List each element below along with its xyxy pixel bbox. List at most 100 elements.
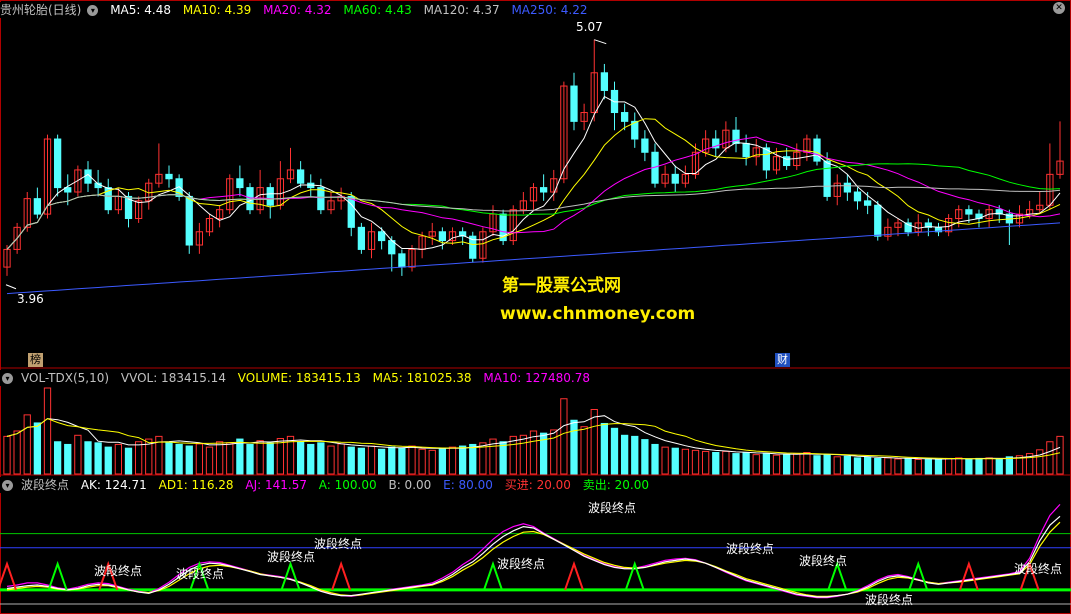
volume-bar-down xyxy=(641,439,649,475)
volume-bar-down xyxy=(600,422,609,475)
volume-bar-up xyxy=(215,441,224,475)
volume-bar-down xyxy=(934,458,943,475)
volume-bar-down xyxy=(357,447,366,475)
volume-bar-down xyxy=(317,442,325,475)
volume-bar-down xyxy=(1005,456,1014,475)
chevron-down-icon[interactable]: ▾ xyxy=(2,480,13,491)
buy-signal-triangle xyxy=(958,560,979,591)
volume-bar-down xyxy=(458,445,467,475)
volume-bar-up xyxy=(337,443,345,475)
sell-value: 卖出: 20.00 xyxy=(582,478,649,492)
volume-bar-up xyxy=(43,387,52,475)
volume-bar-down xyxy=(823,454,831,475)
candle-down xyxy=(813,138,821,162)
candle-down xyxy=(641,138,649,153)
volume-bar-down xyxy=(175,443,183,475)
cai-tag[interactable]: 财 xyxy=(775,353,790,367)
volume-bar-up xyxy=(833,456,841,475)
volume-bar-up xyxy=(3,435,11,475)
chevron-down-icon[interactable]: ▾ xyxy=(87,5,99,16)
volume-bar-up xyxy=(590,409,598,475)
volume-bar-up xyxy=(519,434,528,475)
volume-bar-up xyxy=(752,454,760,475)
ma5-value: MA5: 4.48 xyxy=(110,3,171,17)
volume-bar-down xyxy=(165,442,173,475)
volume-bar-down xyxy=(377,448,386,475)
candle-down xyxy=(570,85,578,122)
volume-bar-down xyxy=(762,453,771,475)
volume-bar-up xyxy=(367,445,376,475)
signal-label-3: 波段终点 xyxy=(267,550,316,564)
candle-down xyxy=(185,195,193,246)
volume-bar-up xyxy=(195,443,204,475)
signal-label-4: 波段终点 xyxy=(726,542,775,556)
volume-bar-up xyxy=(114,443,123,475)
volume-bar-down xyxy=(53,441,62,475)
candle-down xyxy=(843,182,852,193)
volume-bar-up xyxy=(722,450,730,475)
b-value: B: 0.00 xyxy=(388,478,432,492)
vol-indicator-name[interactable]: VOL-TDX(5,10) xyxy=(21,371,109,385)
volume-bar-down xyxy=(995,458,1003,475)
watermark-url: www.chnmoney.com xyxy=(500,304,696,324)
vol-ma5-line xyxy=(6,415,1061,460)
volume-bar-down xyxy=(782,454,791,475)
high-pointer xyxy=(594,39,607,45)
signal-label-10: 波段终点 xyxy=(865,593,914,607)
volume-bar-up xyxy=(74,434,82,475)
ma120-value: MA120: 4.37 xyxy=(423,3,500,17)
volume-legend: ▾ VOL-TDX(5,10) VVOL: 183415.14 VOLUME: 1… xyxy=(0,370,602,386)
volume-bar-down xyxy=(469,443,477,475)
volume-bar-down xyxy=(975,457,983,475)
volume-bar-down xyxy=(732,453,740,475)
candle-down xyxy=(732,129,740,144)
ind-name[interactable]: 波段终点 xyxy=(21,478,69,492)
volume-bar-up xyxy=(1036,449,1044,475)
ak-value: AK: 124.71 xyxy=(80,478,147,492)
bang-tag[interactable]: 榜 xyxy=(28,353,43,367)
candle-down xyxy=(742,142,750,158)
volume-bar-up xyxy=(560,398,568,475)
candle-down xyxy=(398,253,406,268)
volume-bar-down xyxy=(904,457,912,475)
volume-bar-up xyxy=(793,453,801,475)
candle-down xyxy=(347,195,355,228)
volume-bar-down xyxy=(246,443,254,475)
signal-label-2: 波段终点 xyxy=(314,537,363,551)
candle-down xyxy=(266,187,274,206)
volume-bar-up xyxy=(580,426,588,475)
ad1-value: AD1: 116.28 xyxy=(158,478,234,492)
volume-bar-up xyxy=(803,452,811,475)
volume-bar-up xyxy=(13,430,21,475)
vol-ma10-value: MA10: 127480.78 xyxy=(483,371,590,385)
signal-label-7: 波段终点 xyxy=(497,557,546,571)
volume-bar-down xyxy=(33,422,42,475)
vol-ma5-value: MA5: 181025.38 xyxy=(372,371,472,385)
buy-signal-triangle xyxy=(331,560,352,591)
volume-bar-up xyxy=(205,446,214,475)
volume-bar-down xyxy=(307,443,315,475)
chevron-down-icon[interactable]: ▾ xyxy=(2,373,13,384)
candle-down xyxy=(33,198,42,215)
volume-bar-down xyxy=(266,442,274,475)
close-icon[interactable]: ✕ xyxy=(1053,2,1065,14)
candle-down xyxy=(438,231,447,242)
high-price-label: 5.07 xyxy=(576,20,603,34)
volume-bar-down xyxy=(631,435,639,475)
stock-title[interactable]: 贵州轮胎(日线) xyxy=(0,3,81,17)
buy-value: 买进: 20.00 xyxy=(504,478,571,492)
candle-down xyxy=(236,178,244,189)
volume-bar-up xyxy=(428,449,436,475)
volume-bar-down xyxy=(965,458,973,475)
volume-bar-down xyxy=(94,442,102,475)
candle-down xyxy=(874,204,882,237)
volume-bar-up xyxy=(955,457,963,475)
volume-bar-down xyxy=(124,447,133,475)
volume-bar-up xyxy=(894,458,902,475)
volume-bar-up xyxy=(1056,435,1064,475)
volume-bar-up xyxy=(408,445,416,475)
volume-bar-down xyxy=(853,457,862,475)
ma5-line xyxy=(6,95,1061,250)
volume-bar-down xyxy=(185,445,193,475)
candle-down xyxy=(853,191,862,202)
